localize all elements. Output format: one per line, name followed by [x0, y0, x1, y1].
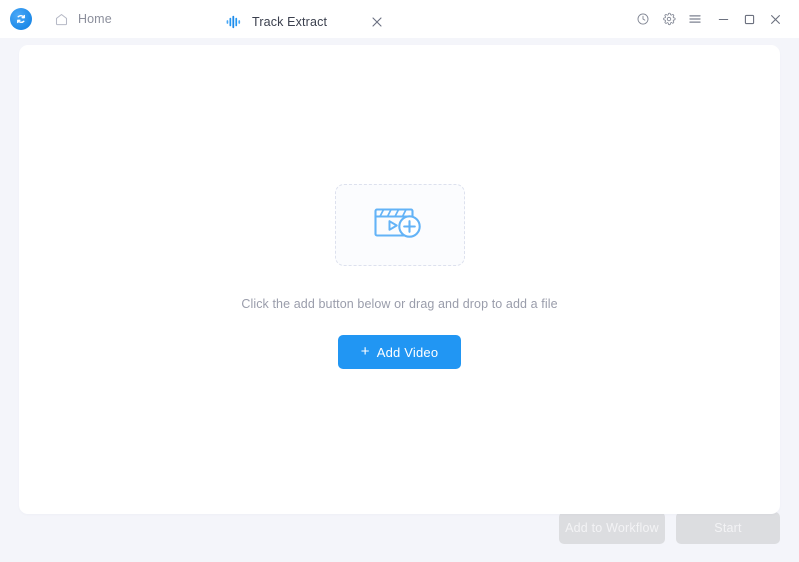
add-video-clapperboard-icon	[371, 203, 429, 247]
title-bar-left: Home	[0, 0, 118, 38]
window-controls	[630, 0, 788, 38]
main-panel: Click the add button below or drag and d…	[19, 45, 780, 514]
close-icon[interactable]	[762, 6, 788, 32]
start-label: Start	[714, 521, 742, 535]
tab-track-extract[interactable]: Track Extract	[212, 6, 398, 38]
minimize-icon[interactable]	[710, 6, 736, 32]
add-video-button-label: Add Video	[376, 344, 439, 360]
file-dropzone[interactable]	[334, 184, 465, 266]
home-label: Home	[78, 12, 112, 26]
start-button[interactable]: Start	[676, 512, 780, 544]
gear-icon[interactable]	[656, 6, 682, 32]
tab-label: Track Extract	[252, 15, 328, 29]
audio-waveform-icon	[226, 15, 242, 29]
title-bar: Home Track Extract	[0, 0, 799, 38]
app-window: Home Track Extract Click the add button …	[0, 0, 799, 562]
add-to-workflow-button[interactable]: Add to Workflow	[559, 512, 665, 544]
close-icon[interactable]	[369, 14, 385, 30]
dropzone-hint-text: Click the add button below or drag and d…	[241, 297, 558, 311]
app-logo-refresh-icon	[10, 8, 32, 30]
history-icon[interactable]	[630, 6, 656, 32]
tab-bar: Track Extract	[212, 0, 398, 38]
add-video-button[interactable]: + Add Video	[337, 335, 462, 369]
empty-state: Click the add button below or drag and d…	[19, 45, 780, 514]
content-area: Click the add button below or drag and d…	[0, 38, 799, 514]
add-to-workflow-label: Add to Workflow	[565, 521, 659, 535]
home-icon	[54, 12, 69, 27]
menu-icon[interactable]	[682, 6, 708, 32]
maximize-icon[interactable]	[736, 6, 762, 32]
plus-icon: +	[360, 343, 370, 360]
home-button[interactable]: Home	[48, 6, 118, 32]
